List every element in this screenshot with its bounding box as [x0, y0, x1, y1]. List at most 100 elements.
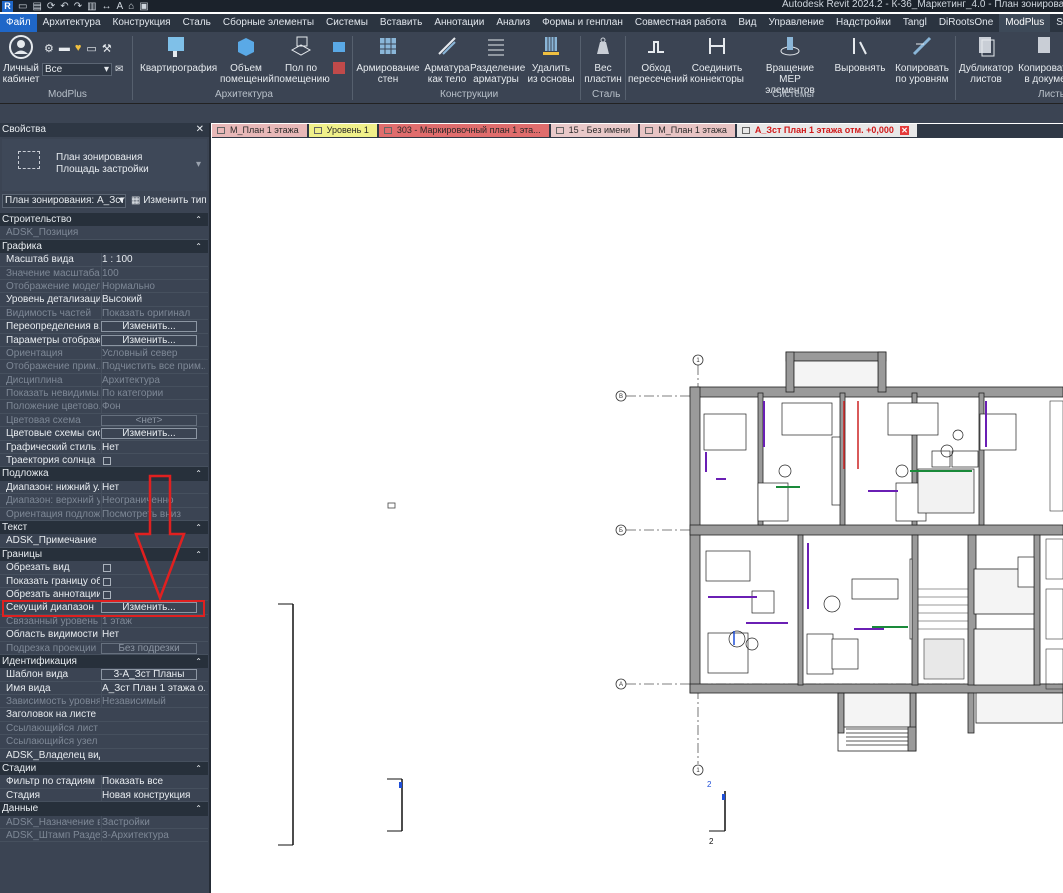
- ribbon-tab[interactable]: Архитектура: [37, 14, 107, 32]
- ribbon-tab[interactable]: Вставить: [374, 14, 428, 32]
- property-value[interactable]: 1 : 100: [101, 253, 205, 267]
- view-tab[interactable]: А_Зст План 1 этажа отм. +0,000 ✕: [736, 124, 917, 137]
- save-icon[interactable]: ▤: [32, 1, 41, 12]
- property-group-header[interactable]: Стадии ⌃: [0, 762, 208, 776]
- property-group-header[interactable]: Графика ⌃: [0, 239, 208, 254]
- view-tab[interactable]: 15 - Без имени: [550, 124, 639, 137]
- property-value[interactable]: Нет: [101, 628, 205, 642]
- ribbon-tab[interactable]: Конструкция: [107, 14, 177, 32]
- property-row[interactable]: Масштаб вида 1 : 100: [0, 253, 208, 267]
- small-cube-icon[interactable]: [333, 42, 345, 52]
- collapse-icon[interactable]: ⌃: [195, 655, 202, 668]
- mail-icon[interactable]: ✉: [115, 64, 123, 75]
- redo-icon[interactable]: ↷: [74, 1, 82, 12]
- property-group-header[interactable]: Строительство ⌃: [0, 213, 208, 227]
- property-group-header[interactable]: Идентификация ⌃: [0, 654, 208, 669]
- text-icon[interactable]: A: [117, 1, 124, 12]
- property-value[interactable]: А_Зст План 1 этажа о...: [101, 681, 205, 695]
- gear-icon[interactable]: ⚙: [44, 42, 54, 55]
- personal-cabinet-button[interactable]: Личный кабинет: [2, 34, 40, 85]
- property-edit-button[interactable]: Изменить...: [101, 334, 197, 346]
- property-row[interactable]: ADSK_Позиция: [0, 226, 208, 240]
- property-row[interactable]: Значение масштаба ...100: [0, 266, 208, 280]
- property-value[interactable]: Архитектура: [101, 373, 205, 387]
- property-row[interactable]: Графический стиль ... Нет: [0, 440, 208, 455]
- view-tab[interactable]: 303 - Маркировочный план 1 эта...: [378, 124, 549, 137]
- floor-by-room-button[interactable]: Пол по помещению: [274, 34, 330, 85]
- property-row[interactable]: Отображение модели Нормально: [0, 279, 208, 294]
- property-edit-button[interactable]: Без подрезки: [101, 642, 197, 654]
- property-row[interactable]: Параметры отображ... Изменить...: [0, 334, 208, 347]
- property-row[interactable]: Положение цветово... Фон: [0, 400, 208, 414]
- property-value[interactable]: Независимый: [101, 695, 205, 709]
- ribbon-tab[interactable]: Tangl: [897, 14, 933, 32]
- view-tab[interactable]: М_План 1 этажа: [212, 124, 307, 137]
- drawing-canvas[interactable]: 2 2 1 1 В Б А: [212, 139, 1063, 893]
- wall-reinforcement-button[interactable]: Армирование стен: [356, 34, 420, 85]
- property-row[interactable]: Дисциплина Архитектура: [0, 373, 208, 388]
- ribbon-tab[interactable]: Файл: [0, 14, 37, 32]
- intersection-bypass-button[interactable]: Обход пересечений: [628, 34, 688, 85]
- property-row[interactable]: Заголовок на листе: [0, 708, 208, 722]
- copy-by-levels-button[interactable]: Копировать по уровням: [892, 34, 952, 85]
- switch-windows-icon[interactable]: ▣: [139, 1, 148, 12]
- view-tab[interactable]: Уровень 1: [308, 124, 377, 137]
- property-group-header[interactable]: Данные ⌃: [0, 802, 208, 816]
- print-icon[interactable]: ▥: [87, 1, 96, 12]
- property-value[interactable]: Высокий: [101, 293, 205, 307]
- ribbon-tab[interactable]: Формы и генплан: [536, 14, 629, 32]
- sync-icon[interactable]: ⟳: [47, 1, 55, 12]
- small-tool-icon[interactable]: [333, 62, 345, 74]
- property-row[interactable]: Цветовая схема <нет>: [0, 414, 208, 428]
- collapse-icon[interactable]: ⌃: [195, 240, 202, 253]
- property-row[interactable]: Подрезка проекции Без подрезки: [0, 642, 208, 655]
- property-row[interactable]: Показать невидимы... По категории: [0, 387, 208, 401]
- property-value[interactable]: 100: [101, 266, 205, 280]
- measure-icon[interactable]: ↔: [102, 1, 112, 12]
- chat-icon[interactable]: ▬: [59, 42, 70, 55]
- edit-type-button[interactable]: ▦ Изменить тип: [131, 193, 207, 209]
- property-value[interactable]: По категории: [101, 387, 205, 401]
- connect-connectors-button[interactable]: Соединить коннекторы: [690, 34, 744, 85]
- property-row[interactable]: Ссылающийся узел: [0, 735, 208, 749]
- property-row[interactable]: Уровень детализации Высокий: [0, 293, 208, 307]
- apartmentography-button[interactable]: Квартирография: [140, 34, 217, 74]
- property-row[interactable]: Имя вида А_Зст План 1 этажа о...: [0, 681, 208, 696]
- ribbon-tab[interactable]: Аннотации: [428, 14, 490, 32]
- rebar-split-button[interactable]: Разделение арматуры: [470, 34, 525, 85]
- remove-from-base-button[interactable]: Удалить из основы: [527, 34, 575, 85]
- mep-rotation-button[interactable]: Вращение MEP элементов: [756, 34, 824, 96]
- property-edit-button[interactable]: Изменить...: [101, 321, 197, 333]
- property-row[interactable]: Ссылающийся лист: [0, 722, 208, 736]
- folder-icon[interactable]: ▭: [86, 42, 96, 55]
- property-checkbox[interactable]: [103, 590, 111, 599]
- property-row[interactable]: Отображение прим... Подчистить все прим..…: [0, 360, 208, 374]
- property-value[interactable]: Новая конструкция: [101, 788, 205, 802]
- ribbon-tab[interactable]: Вид: [732, 14, 762, 32]
- collapse-icon[interactable]: ⌃: [195, 548, 202, 561]
- collapse-icon[interactable]: ⌃: [195, 802, 202, 815]
- property-row[interactable]: Область видимости Нет: [0, 628, 208, 642]
- property-value[interactable]: Показать все: [101, 775, 205, 789]
- property-value[interactable]: Застройки: [101, 815, 205, 829]
- property-row[interactable]: ADSK_Назначение в...Застройки: [0, 815, 208, 829]
- property-row[interactable]: Видимость частей Показать оригинал: [0, 306, 208, 321]
- view-tab[interactable]: М_План 1 этажа: [640, 124, 735, 137]
- property-row[interactable]: Зависимость уровня Независимый: [0, 695, 208, 709]
- ribbon-tab[interactable]: Управление: [762, 14, 830, 32]
- property-value[interactable]: Показать оригинал: [101, 306, 205, 320]
- property-value[interactable]: Нормально: [101, 279, 205, 293]
- ribbon-tab[interactable]: Надстройки: [830, 14, 897, 32]
- ribbon-tab[interactable]: Анализ: [490, 14, 536, 32]
- ribbon-tab[interactable]: Системы: [320, 14, 374, 32]
- property-row[interactable]: Траектория солнца: [0, 454, 208, 468]
- copy-to-doc-button[interactable]: Копировать в докуме: [1015, 34, 1063, 85]
- property-edit-button[interactable]: Изменить...: [101, 428, 197, 440]
- collapse-icon[interactable]: ⌃: [195, 213, 202, 226]
- property-row[interactable]: Стадия Новая конструкция: [0, 788, 208, 803]
- ribbon-tab[interactable]: Splugin: [1050, 14, 1063, 32]
- heart-icon[interactable]: ♥: [75, 42, 82, 55]
- rebar-as-body-button[interactable]: Арматура как тело: [424, 34, 470, 85]
- ribbon-tab[interactable]: Сталь: [177, 14, 217, 32]
- room-volume-button[interactable]: Объем помещений: [220, 34, 274, 85]
